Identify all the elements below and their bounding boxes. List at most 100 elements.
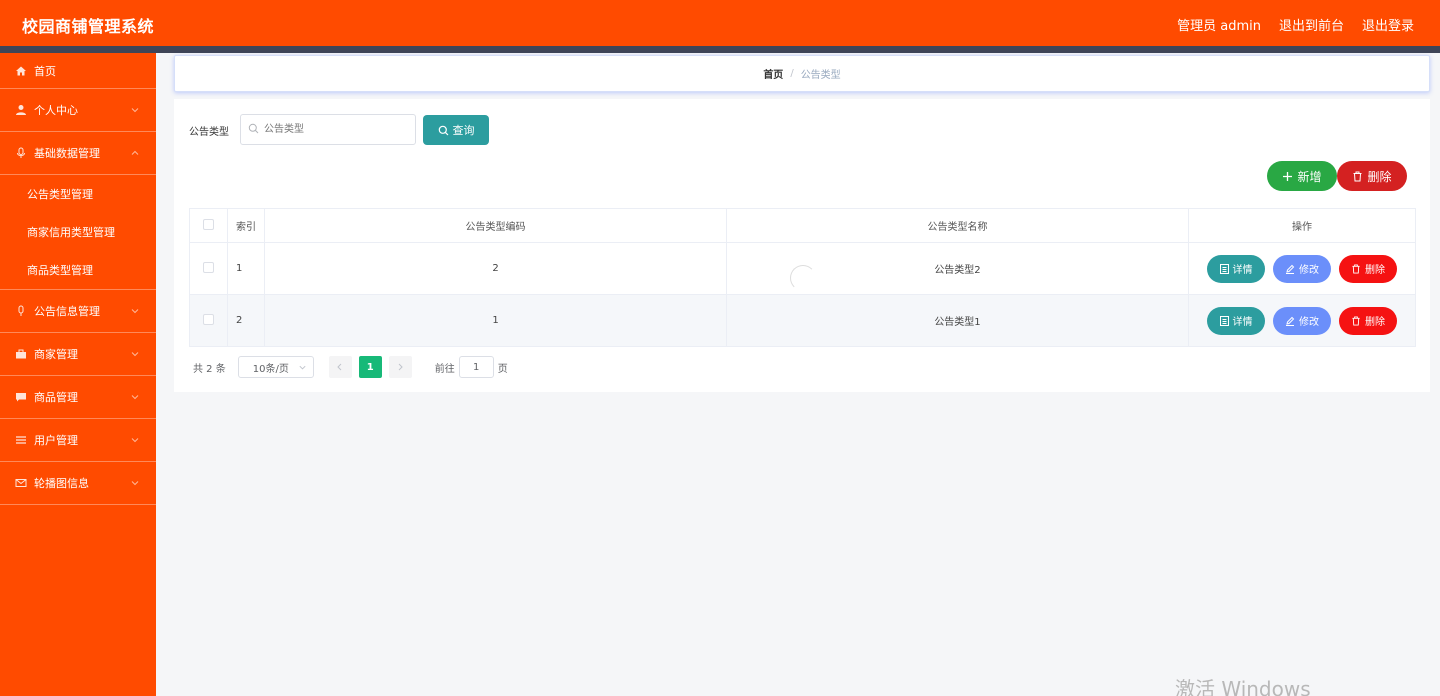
document-icon <box>1219 263 1229 274</box>
query-button-label: 查询 <box>452 124 475 137</box>
mail-icon <box>15 477 27 489</box>
edit-button[interactable]: 修改 <box>1273 306 1331 335</box>
page-suffix-label: 页 <box>497 363 508 375</box>
sidebar-item-user[interactable]: 用户管理 <box>0 419 156 462</box>
breadcrumb-current: 公告类型 <box>800 70 841 81</box>
trash-icon <box>1353 171 1362 181</box>
sidebar-item-label: 个人中心 <box>34 104 78 117</box>
delete-button-label: 删除 <box>1365 317 1385 328</box>
header-code: 公告类型编码 <box>264 208 727 243</box>
top-header: 校园商铺管理系统 管理员 admin 退出到前台 退出登录 <box>0 0 1440 46</box>
row-select-cell <box>189 294 228 347</box>
header-name: 公告类型名称 <box>726 208 1189 243</box>
pagination: 共 2 条 10条/页 1 前往 页 <box>193 356 508 378</box>
row-actions: 详情 修改 删除 <box>1188 242 1416 295</box>
sidebar-item-home[interactable]: 首页 <box>0 53 156 89</box>
delete-button[interactable]: 删除 <box>1339 254 1397 283</box>
goto-page-input[interactable] <box>458 356 494 378</box>
loading-spinner <box>790 265 816 291</box>
query-button[interactable]: 查询 <box>423 115 489 145</box>
chevron-left-icon <box>337 363 342 371</box>
sidebar: 首页 个人中心 基础数据管理 公告类型管理 商家信用类型管理 商品类型管理 公告… <box>0 53 156 696</box>
basic-data-submenu: 公告类型管理 商家信用类型管理 商品类型管理 <box>0 175 156 290</box>
sidebar-item-label: 轮播图信息 <box>34 477 89 490</box>
sidebar-item-label: 用户管理 <box>34 434 78 447</box>
briefcase-icon <box>15 348 27 360</box>
detail-button-label: 详情 <box>1232 265 1253 276</box>
breadcrumb-home[interactable]: 首页 <box>763 66 783 81</box>
notice-type-search-input[interactable] <box>240 114 416 145</box>
edit-button-label: 修改 <box>1299 265 1319 276</box>
search-icon <box>438 125 448 135</box>
detail-button[interactable]: 详情 <box>1207 254 1265 283</box>
add-button[interactable]: 新增 <box>1267 161 1337 191</box>
chevron-right-icon <box>398 363 403 371</box>
select-all-cell <box>189 208 228 243</box>
home-icon <box>15 65 27 77</box>
row-name: 公告类型1 <box>726 294 1189 347</box>
sidebar-item-label: 首页 <box>34 64 56 78</box>
menu-lines-icon <box>15 434 27 446</box>
edit-pencil-icon <box>1286 316 1295 326</box>
detail-button[interactable]: 详情 <box>1207 306 1265 335</box>
row-select-cell <box>189 242 228 295</box>
add-button-label: 新增 <box>1297 169 1322 184</box>
sidebar-item-notice[interactable]: 公告信息管理 <box>0 290 156 333</box>
select-all-checkbox[interactable] <box>203 218 214 230</box>
front-page-link[interactable]: 退出到前台 <box>1279 15 1344 34</box>
sidebar-item-basic-data[interactable]: 基础数据管理 <box>0 132 156 175</box>
breadcrumb-separator: / <box>790 68 794 79</box>
sidebar-item-label: 商品管理 <box>34 391 78 404</box>
header-actions: 操作 <box>1188 208 1416 243</box>
row-index: 1 <box>227 242 265 295</box>
row-checkbox[interactable] <box>203 261 214 273</box>
detail-button-label: 详情 <box>1232 317 1253 328</box>
row-actions: 详情 修改 删除 <box>1188 294 1416 347</box>
sidebar-item-personal[interactable]: 个人中心 <box>0 89 156 132</box>
header-actions: 管理员 admin 退出到前台 退出登录 <box>1177 15 1414 34</box>
admin-user-label[interactable]: 管理员 admin <box>1177 15 1261 34</box>
row-checkbox[interactable] <box>203 313 214 325</box>
sidebar-item-label: 基础数据管理 <box>34 147 100 160</box>
trash-icon <box>1352 315 1360 326</box>
chevron-down-icon <box>131 395 139 400</box>
sidebar-item-label: 公告信息管理 <box>34 305 100 318</box>
chevron-down-icon <box>299 365 306 370</box>
filter-label: 公告类型 <box>189 127 229 138</box>
batch-delete-button[interactable]: 删除 <box>1337 161 1407 191</box>
next-page-button[interactable] <box>388 356 412 378</box>
page-size-value: 10条/页 <box>252 363 289 375</box>
plus-icon <box>1283 171 1293 181</box>
page-number-button[interactable]: 1 <box>358 356 382 378</box>
sidebar-item-product[interactable]: 商品管理 <box>0 376 156 419</box>
sidebar-item-product-type[interactable]: 商品类型管理 <box>0 251 156 289</box>
sidebar-item-credit-type[interactable]: 商家信用类型管理 <box>0 213 156 251</box>
header-index: 索引 <box>227 208 265 243</box>
edit-pencil-icon <box>1286 264 1295 274</box>
sidebar-item-merchant[interactable]: 商家管理 <box>0 333 156 376</box>
edit-button[interactable]: 修改 <box>1273 254 1331 283</box>
chat-icon <box>15 391 27 403</box>
chevron-up-icon <box>131 150 139 155</box>
chevron-down-icon <box>131 108 139 113</box>
page-size-select[interactable]: 10条/页 <box>237 356 314 378</box>
header-divider <box>0 46 1440 53</box>
chevron-down-icon <box>131 438 139 443</box>
logout-link[interactable]: 退出登录 <box>1362 15 1414 34</box>
pin-icon <box>15 305 27 317</box>
sidebar-item-banner[interactable]: 轮播图信息 <box>0 462 156 505</box>
delete-button[interactable]: 删除 <box>1339 306 1397 335</box>
prev-page-button[interactable] <box>328 356 352 378</box>
sidebar-item-notice-type[interactable]: 公告类型管理 <box>0 175 156 213</box>
edit-button-label: 修改 <box>1299 317 1319 328</box>
delete-button-label: 删除 <box>1365 265 1385 276</box>
table-row: 2 1 公告类型1 详情 修改 删除 <box>189 294 1416 347</box>
sidebar-item-label: 商家管理 <box>34 348 78 361</box>
main-panel: 公告类型 查询 新增 删除 索引 公告类型编码 公告类型名称 操作 1 2 <box>174 99 1430 392</box>
app-title: 校园商铺管理系统 <box>22 17 155 36</box>
breadcrumb: 首页 / 公告类型 <box>174 55 1430 92</box>
row-index: 2 <box>227 294 265 347</box>
windows-activation-watermark: 激活 Windows <box>1175 677 1311 696</box>
pagination-total: 共 2 条 <box>193 363 226 375</box>
batch-delete-button-label: 删除 <box>1367 169 1392 184</box>
